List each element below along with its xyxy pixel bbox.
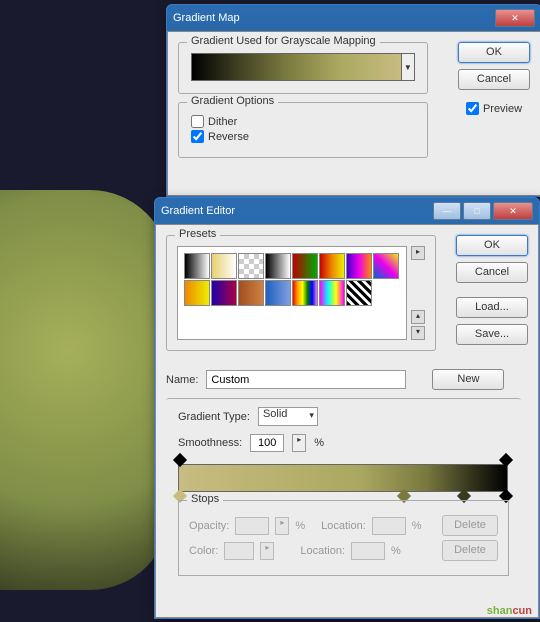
ok-button[interactable]: OK (456, 235, 528, 256)
save-button[interactable]: Save... (456, 324, 528, 345)
titlebar[interactable]: Gradient Map ✕ (167, 5, 540, 31)
preset-swatch[interactable] (211, 253, 237, 279)
watermark: shancun (487, 597, 532, 620)
close-icon[interactable]: ✕ (493, 202, 533, 220)
cancel-button[interactable]: Cancel (456, 262, 528, 283)
fieldset-legend: Gradient Options (187, 95, 278, 107)
delete-button: Delete (442, 515, 498, 536)
location-label: Location: (300, 545, 345, 557)
smooth-input[interactable] (250, 434, 284, 452)
opacity-stop[interactable] (173, 453, 187, 467)
fieldset-legend: Stops (187, 493, 223, 505)
opacity-input (235, 517, 269, 535)
scroll-down-icon[interactable]: ▾ (411, 326, 425, 340)
preset-swatch[interactable] (292, 280, 318, 306)
color-swatch (224, 542, 254, 560)
minimize-icon[interactable]: — (433, 202, 461, 220)
close-icon[interactable]: ✕ (495, 9, 535, 27)
dialog-title: Gradient Map (173, 12, 240, 24)
preset-swatch[interactable] (319, 280, 345, 306)
preset-swatch[interactable] (184, 280, 210, 306)
preset-swatch[interactable] (238, 280, 264, 306)
checkbox-icon[interactable] (466, 102, 479, 115)
preset-swatch[interactable] (292, 253, 318, 279)
color-label: Color: (189, 545, 218, 557)
gradient-dropdown-icon[interactable]: ▼ (402, 53, 415, 81)
dither-checkbox[interactable]: Dither (191, 115, 415, 128)
new-button[interactable]: New (432, 369, 504, 390)
gradient-map-dialog: Gradient Map ✕ Gradient Used for Graysca… (166, 4, 540, 197)
name-label: Name: (166, 374, 198, 386)
presets-fieldset: Presets ▸ ▴ ▾ (166, 235, 436, 351)
preview-checkbox[interactable]: Preview (466, 102, 522, 115)
name-input[interactable] (206, 370, 406, 389)
titlebar[interactable]: Gradient Editor — □ ✕ (155, 198, 539, 224)
scroll-up-icon[interactable]: ▴ (411, 310, 425, 324)
stepper-icon: ▸ (275, 517, 289, 535)
checkbox-icon[interactable] (191, 115, 204, 128)
checkbox-icon[interactable] (191, 130, 204, 143)
maximize-icon[interactable]: □ (463, 202, 491, 220)
gradient-mapping-fieldset: Gradient Used for Grayscale Mapping ▼ (178, 42, 428, 94)
location-input (372, 517, 406, 535)
cancel-button[interactable]: Cancel (458, 69, 530, 90)
gradient-options-fieldset: Gradient Options Dither Reverse (178, 102, 428, 158)
location-input (351, 542, 385, 560)
smooth-label: Smoothness: (178, 437, 242, 449)
location-label: Location: (321, 520, 366, 532)
preset-swatch[interactable] (265, 280, 291, 306)
preset-menu-icon[interactable]: ▸ (411, 246, 425, 260)
presets-list (177, 246, 407, 340)
gradient-preview[interactable] (191, 53, 402, 81)
fieldset-legend: Gradient Used for Grayscale Mapping (187, 35, 380, 47)
type-select[interactable]: Solid (258, 407, 318, 426)
dialog-title: Gradient Editor (161, 205, 235, 217)
preset-swatch[interactable] (211, 280, 237, 306)
stops-fieldset: Stops Opacity: ▸% Location: % Delete Col… (178, 500, 509, 576)
type-label: Gradient Type: (178, 411, 250, 423)
stepper-icon: ▸ (260, 542, 274, 560)
preset-swatch[interactable] (265, 253, 291, 279)
gradient-editor-dialog: Gradient Editor — □ ✕ Presets ▸ ▴ ▾ (154, 197, 540, 619)
reverse-checkbox[interactable]: Reverse (191, 130, 415, 143)
preset-swatch[interactable] (319, 253, 345, 279)
preset-swatch[interactable] (346, 253, 372, 279)
preset-swatch[interactable] (346, 280, 372, 306)
delete-button: Delete (442, 540, 498, 561)
opacity-stop[interactable] (499, 453, 513, 467)
preset-swatch[interactable] (373, 253, 399, 279)
opacity-label: Opacity: (189, 520, 229, 532)
fieldset-legend: Presets (175, 228, 220, 240)
preset-swatch[interactable] (238, 253, 264, 279)
load-button[interactable]: Load... (456, 297, 528, 318)
preset-swatch[interactable] (184, 253, 210, 279)
ok-button[interactable]: OK (458, 42, 530, 63)
stepper-icon[interactable]: ▸ (292, 434, 306, 452)
gradient-bar[interactable] (178, 464, 508, 492)
